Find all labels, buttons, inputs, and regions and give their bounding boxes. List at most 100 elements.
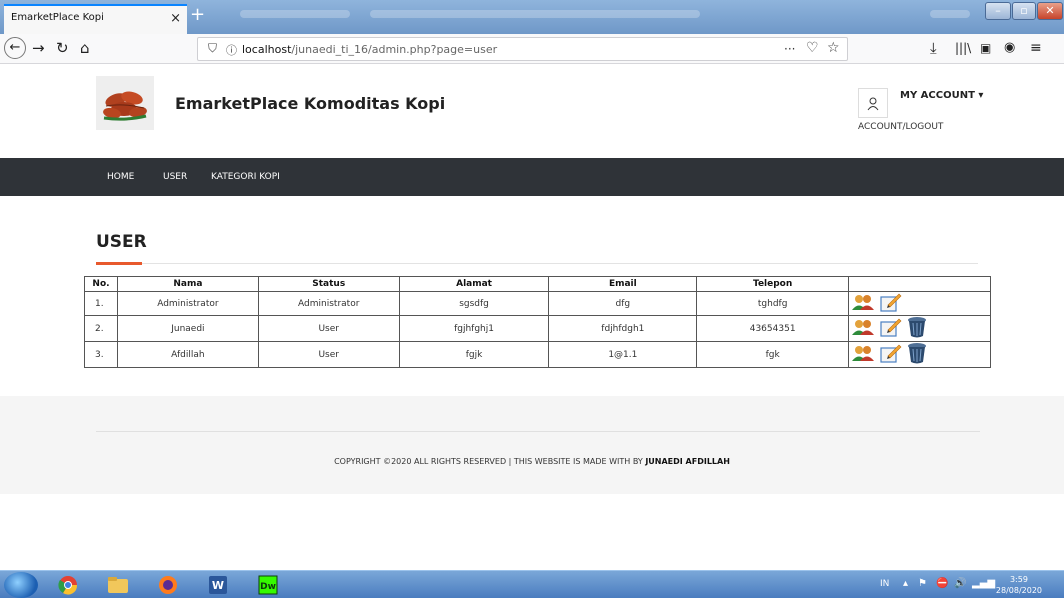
- site-header: EmarketPlace Komoditas Kopi MY ACCOUNT ▾…: [0, 64, 1064, 158]
- svg-text:Dw: Dw: [260, 582, 276, 592]
- forward-icon[interactable]: →: [32, 39, 45, 57]
- page-title: USER: [96, 232, 147, 252]
- clock-date: 28/08/2020: [995, 586, 1042, 595]
- cell-status: User: [257, 341, 400, 368]
- file-explorer-taskbar-icon[interactable]: [96, 573, 140, 597]
- cell-alamat: fgjk: [398, 341, 550, 368]
- tab-close-icon[interactable]: ×: [170, 11, 181, 26]
- header-actions: [848, 276, 991, 292]
- table-row: 3. Afdillah User fgjk 1@1.1 fgk: [84, 341, 991, 368]
- new-tab-icon[interactable]: +: [190, 4, 205, 25]
- close-window-icon[interactable]: ✕: [1037, 2, 1063, 20]
- header-telepon: Telepon: [696, 276, 850, 292]
- tab-title: EmarketPlace Kopi: [11, 12, 104, 23]
- cell-alamat: sgsdfg: [398, 291, 550, 316]
- nav-kategori-kopi[interactable]: KATEGORI KOPI: [211, 172, 280, 182]
- cell-status: User: [257, 315, 400, 342]
- library-icon[interactable]: |||\: [955, 41, 971, 55]
- downloads-icon[interactable]: ⤓: [930, 39, 937, 57]
- tracking-shield-icon[interactable]: ⛉: [208, 41, 217, 56]
- trash-icon[interactable]: [907, 342, 927, 367]
- footer-author: JUNAEDI AFDILLAH: [645, 457, 730, 466]
- firefox-taskbar-icon[interactable]: [146, 573, 190, 597]
- main-navigation: HOME USER KATEGORI KOPI: [0, 158, 1064, 196]
- menu-icon[interactable]: ≡: [1030, 40, 1042, 56]
- action-center-icon[interactable]: ⚑: [918, 578, 927, 589]
- site-title[interactable]: EmarketPlace Komoditas Kopi: [175, 94, 445, 113]
- os-taskbar: W Dw IN ▴ ⚑ ⛔ 🔊 ▂▄▆ 3:59 28/08/2020: [0, 570, 1064, 598]
- table-header-row: No. Nama Status Alamat Email Telepon: [84, 276, 991, 292]
- network-signal-icon[interactable]: ▂▄▆: [972, 578, 995, 589]
- user-group-icon[interactable]: [851, 293, 875, 314]
- cell-email: fdjhfdgh1: [548, 315, 698, 342]
- pocket-icon[interactable]: ♡: [806, 40, 819, 56]
- cell-actions: [848, 341, 991, 368]
- cell-nama: Afdillah: [116, 341, 259, 368]
- url-text[interactable]: localhost/junaedi_ti_16/admin.php?page=u…: [242, 43, 497, 56]
- language-indicator[interactable]: IN: [880, 579, 889, 589]
- chrome-taskbar-icon[interactable]: [46, 573, 90, 597]
- table-row: 2. Junaedi User fgjhfghj1 fdjhfdgh1 4365…: [84, 315, 991, 342]
- sidebar-icon[interactable]: ▣: [980, 41, 991, 55]
- title-accent-bar: [96, 262, 142, 265]
- bookmark-star-icon[interactable]: ☆: [827, 40, 840, 56]
- page-actions-icon[interactable]: ···: [784, 42, 795, 56]
- header-alamat: Alamat: [398, 276, 550, 292]
- header-email: Email: [548, 276, 698, 292]
- minimize-icon[interactable]: –: [985, 2, 1011, 20]
- browser-tab-strip: EmarketPlace Kopi × + – ▫ ✕: [0, 0, 1064, 34]
- edit-icon[interactable]: [880, 317, 902, 340]
- cell-telepon: fgk: [696, 341, 850, 368]
- browser-toolbar: ← → ↻ ⌂ ⛉ ⓘ localhost/junaedi_ti_16/admi…: [0, 34, 1064, 64]
- nav-user[interactable]: USER: [163, 172, 187, 182]
- header-no: No.: [84, 276, 118, 292]
- coffee-logo[interactable]: [96, 76, 154, 130]
- footer-divider: [96, 431, 980, 432]
- cell-no: 2.: [84, 315, 118, 342]
- background-window-title: [240, 10, 350, 18]
- user-group-icon[interactable]: [851, 318, 875, 339]
- cell-no: 3.: [84, 341, 118, 368]
- site-footer: COPYRIGHT ©2020 ALL RIGHTS RESERVED | TH…: [0, 396, 1064, 494]
- user-group-icon[interactable]: [851, 344, 875, 365]
- maximize-icon[interactable]: ▫: [1012, 2, 1036, 20]
- browser-tab[interactable]: EmarketPlace Kopi ×: [4, 4, 187, 34]
- edit-icon[interactable]: [880, 292, 902, 315]
- table-row: 1. Administrator Administrator sgsdfg df…: [84, 291, 991, 316]
- cell-email: dfg: [548, 291, 698, 316]
- extension-icon[interactable]: ◉: [1004, 40, 1015, 55]
- start-button-icon[interactable]: [4, 572, 38, 598]
- system-clock[interactable]: 3:59 28/08/2020: [996, 574, 1042, 596]
- show-hidden-icons-icon[interactable]: ▴: [903, 578, 908, 589]
- background-window-title: [370, 10, 700, 18]
- account-logout-link[interactable]: ACCOUNT/LOGOUT: [858, 122, 943, 132]
- svg-text:W: W: [212, 579, 224, 592]
- cell-actions: [848, 291, 991, 316]
- title-divider: [96, 263, 978, 264]
- dreamweaver-taskbar-icon[interactable]: Dw: [246, 573, 290, 597]
- clock-time: 3:59: [1009, 575, 1028, 584]
- copyright-text: COPYRIGHT ©2020 ALL RIGHTS RESERVED | TH…: [334, 457, 730, 466]
- trash-icon[interactable]: [907, 316, 927, 341]
- user-icon[interactable]: [858, 88, 888, 118]
- background-window-title: [930, 10, 970, 18]
- volume-icon[interactable]: 🔊: [954, 578, 966, 589]
- word-taskbar-icon[interactable]: W: [196, 573, 240, 597]
- cell-nama: Junaedi: [116, 315, 259, 342]
- site-info-icon[interactable]: ⓘ: [226, 42, 237, 58]
- edit-icon[interactable]: [880, 343, 902, 366]
- security-icon[interactable]: ⛔: [936, 578, 948, 589]
- home-icon[interactable]: ⌂: [80, 39, 90, 57]
- cell-actions: [848, 315, 991, 342]
- back-icon[interactable]: ←: [4, 37, 26, 59]
- user-table: No. Nama Status Alamat Email Telepon 1. …: [84, 276, 991, 368]
- nav-home[interactable]: HOME: [107, 172, 134, 182]
- cell-status: Administrator: [257, 291, 400, 316]
- my-account-dropdown[interactable]: MY ACCOUNT ▾: [900, 90, 983, 101]
- reload-icon[interactable]: ↻: [56, 39, 69, 57]
- cell-no: 1.: [84, 291, 118, 316]
- header-status: Status: [257, 276, 400, 292]
- cell-telepon: 43654351: [696, 315, 850, 342]
- cell-email: 1@1.1: [548, 341, 698, 368]
- url-bar[interactable]: ⛉ ⓘ localhost/junaedi_ti_16/admin.php?pa…: [197, 37, 848, 61]
